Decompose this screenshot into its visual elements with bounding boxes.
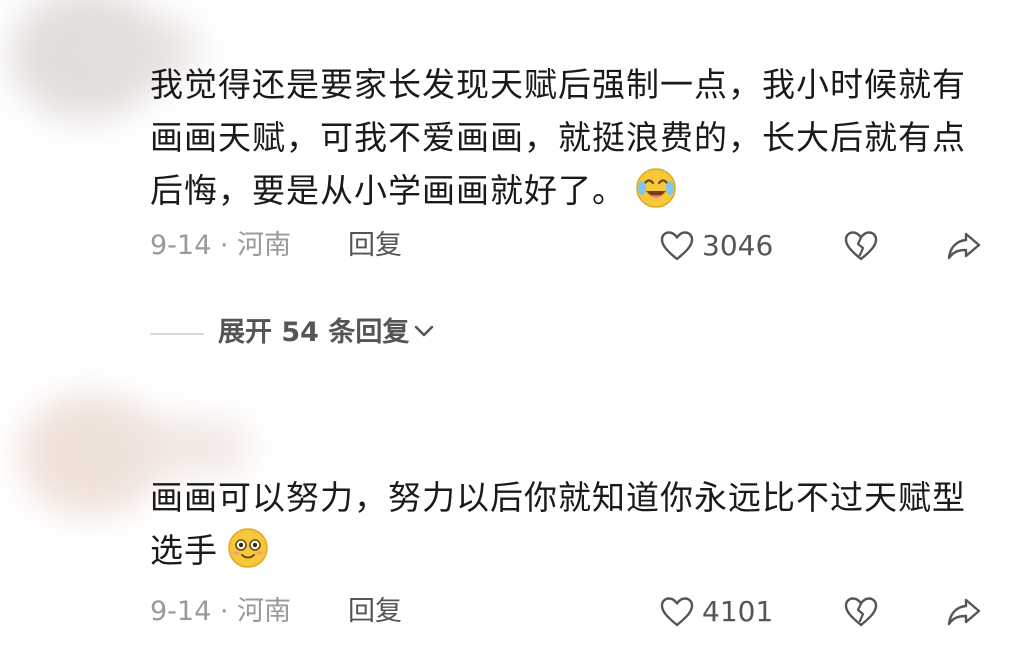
expand-replies-label: 展开 54 条回复 — [218, 317, 410, 348]
divider-line — [150, 333, 204, 335]
comment-body: 我觉得还是要家长发现天赋后强制一点，我小时候就有画画天赋，可我不爱画画，就挺浪费… — [150, 65, 966, 210]
heart-icon — [660, 231, 694, 261]
date-location: 9-14 · 河南 — [150, 596, 292, 627]
smiling-emoji — [226, 526, 270, 570]
heart-icon — [660, 597, 694, 627]
comment-text: 画画可以努力，努力以后你就知道你永远比不过天赋型选手 — [150, 471, 980, 577]
like-count: 4101 — [702, 595, 774, 628]
broken-heart-icon[interactable] — [844, 229, 878, 263]
share-icon[interactable] — [946, 230, 982, 262]
expand-replies-row: 展开 54 条回复 — [150, 313, 550, 353]
username-blurred[interactable] — [70, 420, 250, 475]
expand-replies-button[interactable]: 展开 54 条回复 — [218, 313, 435, 353]
date-location: 9-14 · 河南 — [150, 230, 292, 261]
reply-button[interactable]: 回复 — [348, 592, 402, 632]
share-icon[interactable] — [946, 596, 982, 628]
reply-button[interactable]: 回复 — [348, 226, 402, 266]
broken-heart-icon[interactable] — [844, 595, 878, 629]
comment-body: 画画可以努力，努力以后你就知道你永远比不过天赋型选手 — [150, 478, 966, 570]
crying-laughing-emoji — [634, 166, 678, 210]
comment-meta: 9-14 · 河南 回复 4101 — [150, 592, 990, 632]
comment-text: 我觉得还是要家长发现天赋后强制一点，我小时候就有画画天赋，可我不爱画画，就挺浪费… — [150, 58, 980, 217]
comments-page: 我觉得还是要家长发现天赋后强制一点，我小时候就有画画天赋，可我不爱画画，就挺浪费… — [0, 0, 1024, 671]
like-count: 3046 — [702, 229, 774, 262]
chevron-down-icon — [415, 325, 434, 337]
comment-meta: 9-14 · 河南 回复 3046 — [150, 226, 990, 266]
